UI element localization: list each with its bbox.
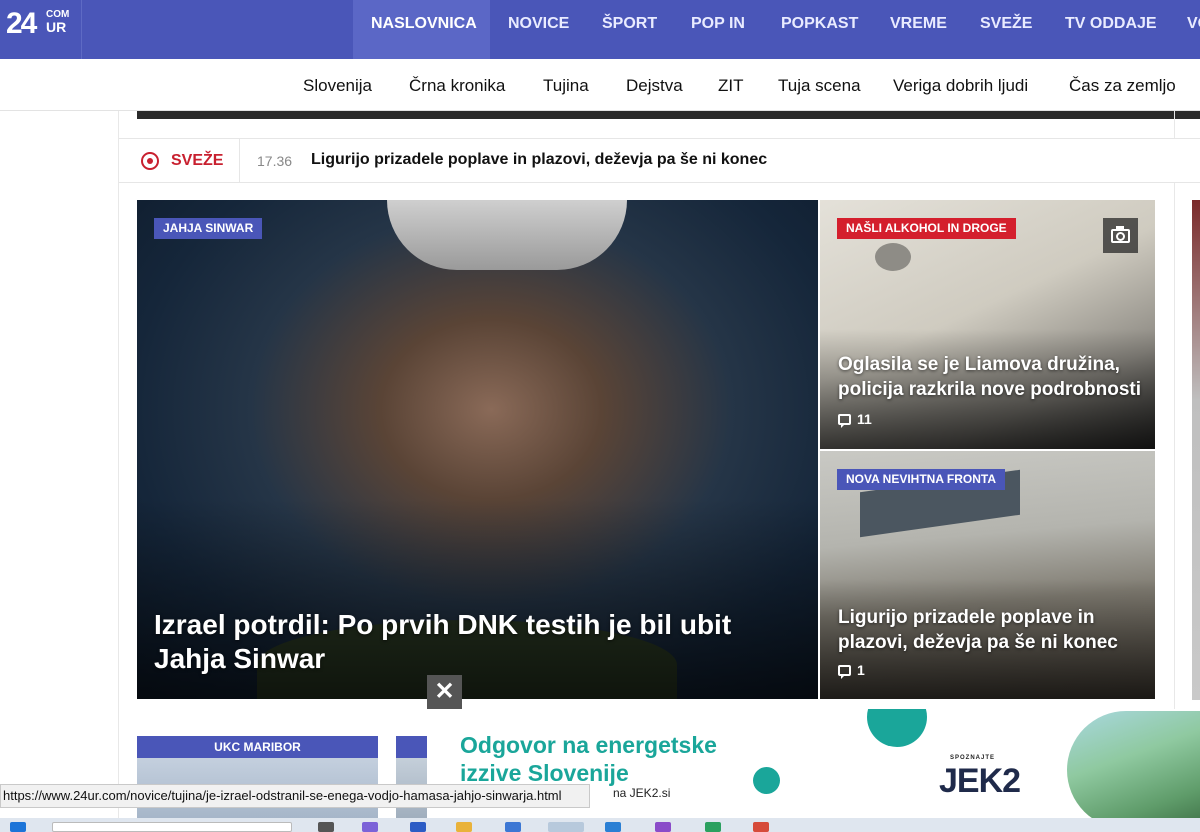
- ad-landscape-image: [1067, 711, 1200, 829]
- nav-item-novice[interactable]: NOVICE: [490, 0, 587, 59]
- app-icon[interactable]: [605, 822, 621, 832]
- lower-card-tag[interactable]: UKC MARIBOR: [137, 736, 378, 758]
- comment-count: 11: [857, 411, 872, 427]
- side-story-card-2[interactable]: NOVA NEVIHTNA FRONTA Ligurijo prizadele …: [820, 451, 1155, 699]
- browser-icon[interactable]: [548, 822, 584, 832]
- subnav-crna-kronika[interactable]: Črna kronika: [409, 76, 505, 96]
- app-icon[interactable]: [410, 822, 426, 832]
- app-icon[interactable]: [655, 822, 671, 832]
- start-icon[interactable]: [10, 822, 26, 832]
- top-navigation: 24 COM UR NASLOVNICA NOVICE ŠPORT POP IN…: [0, 0, 1200, 59]
- photo-drain: [875, 243, 911, 271]
- nav-item-sveze[interactable]: SVEŽE: [962, 0, 1050, 59]
- task-view-icon[interactable]: [318, 822, 334, 832]
- breaking-label: SVEŽE: [171, 152, 224, 169]
- main-story-card[interactable]: JAHJA SINWAR Izrael potrdil: Po prvih DN…: [137, 200, 818, 699]
- camera-icon[interactable]: [1103, 218, 1138, 253]
- content-border-right: [1174, 111, 1175, 711]
- side-story-2-title[interactable]: Ligurijo prizadele poplave in plazovi, d…: [838, 605, 1148, 655]
- subnav-cas-za-zemljo[interactable]: Čas za zemljo: [1069, 76, 1176, 96]
- store-icon[interactable]: [505, 822, 521, 832]
- live-target-icon: [141, 152, 159, 170]
- comment-icon: [838, 413, 851, 428]
- chat-icon[interactable]: [362, 822, 378, 832]
- ad-decor-circle: [867, 709, 927, 747]
- comment-count: 1: [857, 662, 865, 678]
- app-icon[interactable]: [705, 822, 721, 832]
- nav-item-pop-in[interactable]: POP IN: [673, 0, 763, 59]
- subnav-tuja-scena[interactable]: Tuja scena: [778, 76, 861, 96]
- subnav-veriga-dobrih-ljudi[interactable]: Veriga dobrih ljudi: [893, 76, 1028, 96]
- ad-close-button[interactable]: ✕: [427, 675, 462, 709]
- breaking-headline[interactable]: Ligurijo prizadele poplave in plazovi, d…: [311, 151, 767, 169]
- nav-item-popkast[interactable]: POPKAST: [763, 0, 876, 59]
- folder-icon[interactable]: [456, 822, 472, 832]
- ad-subline: na JEK2.si: [613, 786, 671, 800]
- side-story-1-title[interactable]: Oglasila se je Liamova družina, policija…: [838, 352, 1148, 402]
- os-taskbar: [0, 818, 1200, 832]
- nav-item-vreme[interactable]: VREME: [872, 0, 965, 59]
- nav-item-naslovnica[interactable]: NASLOVNICA: [353, 0, 490, 59]
- main-story-tag[interactable]: JAHJA SINWAR: [154, 218, 263, 239]
- side-story-2-comments[interactable]: 1: [838, 662, 865, 679]
- advertisement-banner[interactable]: Odgovor na energetske izzive Slovenije n…: [427, 709, 1200, 832]
- side-story-card-1[interactable]: NAŠLI ALKOHOL IN DROGE Oglasila se je Li…: [820, 200, 1155, 449]
- main-story-title[interactable]: Izrael potrdil: Po prvih DNK testih je b…: [154, 608, 804, 676]
- sub-navigation: Slovenija Črna kronika Tujina Dejstva ZI…: [0, 59, 1200, 111]
- side-story-1-tag[interactable]: NAŠLI ALKOHOL IN DROGE: [837, 218, 1016, 239]
- camera-lens: [1116, 232, 1125, 241]
- nav-item-tv-oddaje[interactable]: TV ODDAJE: [1047, 0, 1175, 59]
- app-icon[interactable]: [753, 822, 769, 832]
- browser-status-url: https://www.24ur.com/novice/tujina/je-iz…: [0, 784, 590, 808]
- ad-kicker: SPOZNAJTE: [950, 755, 996, 761]
- comment-icon: [838, 664, 851, 679]
- subnav-dejstva[interactable]: Dejstva: [626, 76, 683, 96]
- subnav-tujina[interactable]: Tujina: [543, 76, 589, 96]
- site-logo[interactable]: 24 COM UR: [0, 0, 82, 59]
- breaking-time: 17.36: [257, 153, 293, 169]
- logo-ur: UR: [46, 19, 67, 35]
- subnav-zit[interactable]: ZIT: [718, 76, 744, 96]
- nav-item-truncated[interactable]: VO: [1170, 0, 1200, 59]
- divider: [239, 139, 240, 183]
- lower-card-tag[interactable]: [396, 736, 427, 758]
- logo-number: 24: [6, 7, 37, 40]
- ad-brand: JEK2: [939, 762, 1021, 800]
- next-card-edge: [1192, 200, 1200, 700]
- subnav-slovenija[interactable]: Slovenija: [303, 76, 372, 96]
- taskbar-search-box[interactable]: [52, 822, 292, 832]
- nav-item-sport[interactable]: ŠPORT: [584, 0, 675, 59]
- content-border-left: [118, 111, 119, 832]
- breaking-news-ticker[interactable]: SVEŽE 17.36 Ligurijo prizadele poplave i…: [119, 138, 1200, 183]
- previous-content-strip: [137, 111, 1200, 119]
- side-story-1-comments[interactable]: 11: [838, 411, 872, 428]
- photo-hair: [387, 200, 627, 270]
- ad-headline: Odgovor na energetske izzive Slovenije: [460, 732, 717, 786]
- side-story-2-tag[interactable]: NOVA NEVIHTNA FRONTA: [837, 469, 1005, 490]
